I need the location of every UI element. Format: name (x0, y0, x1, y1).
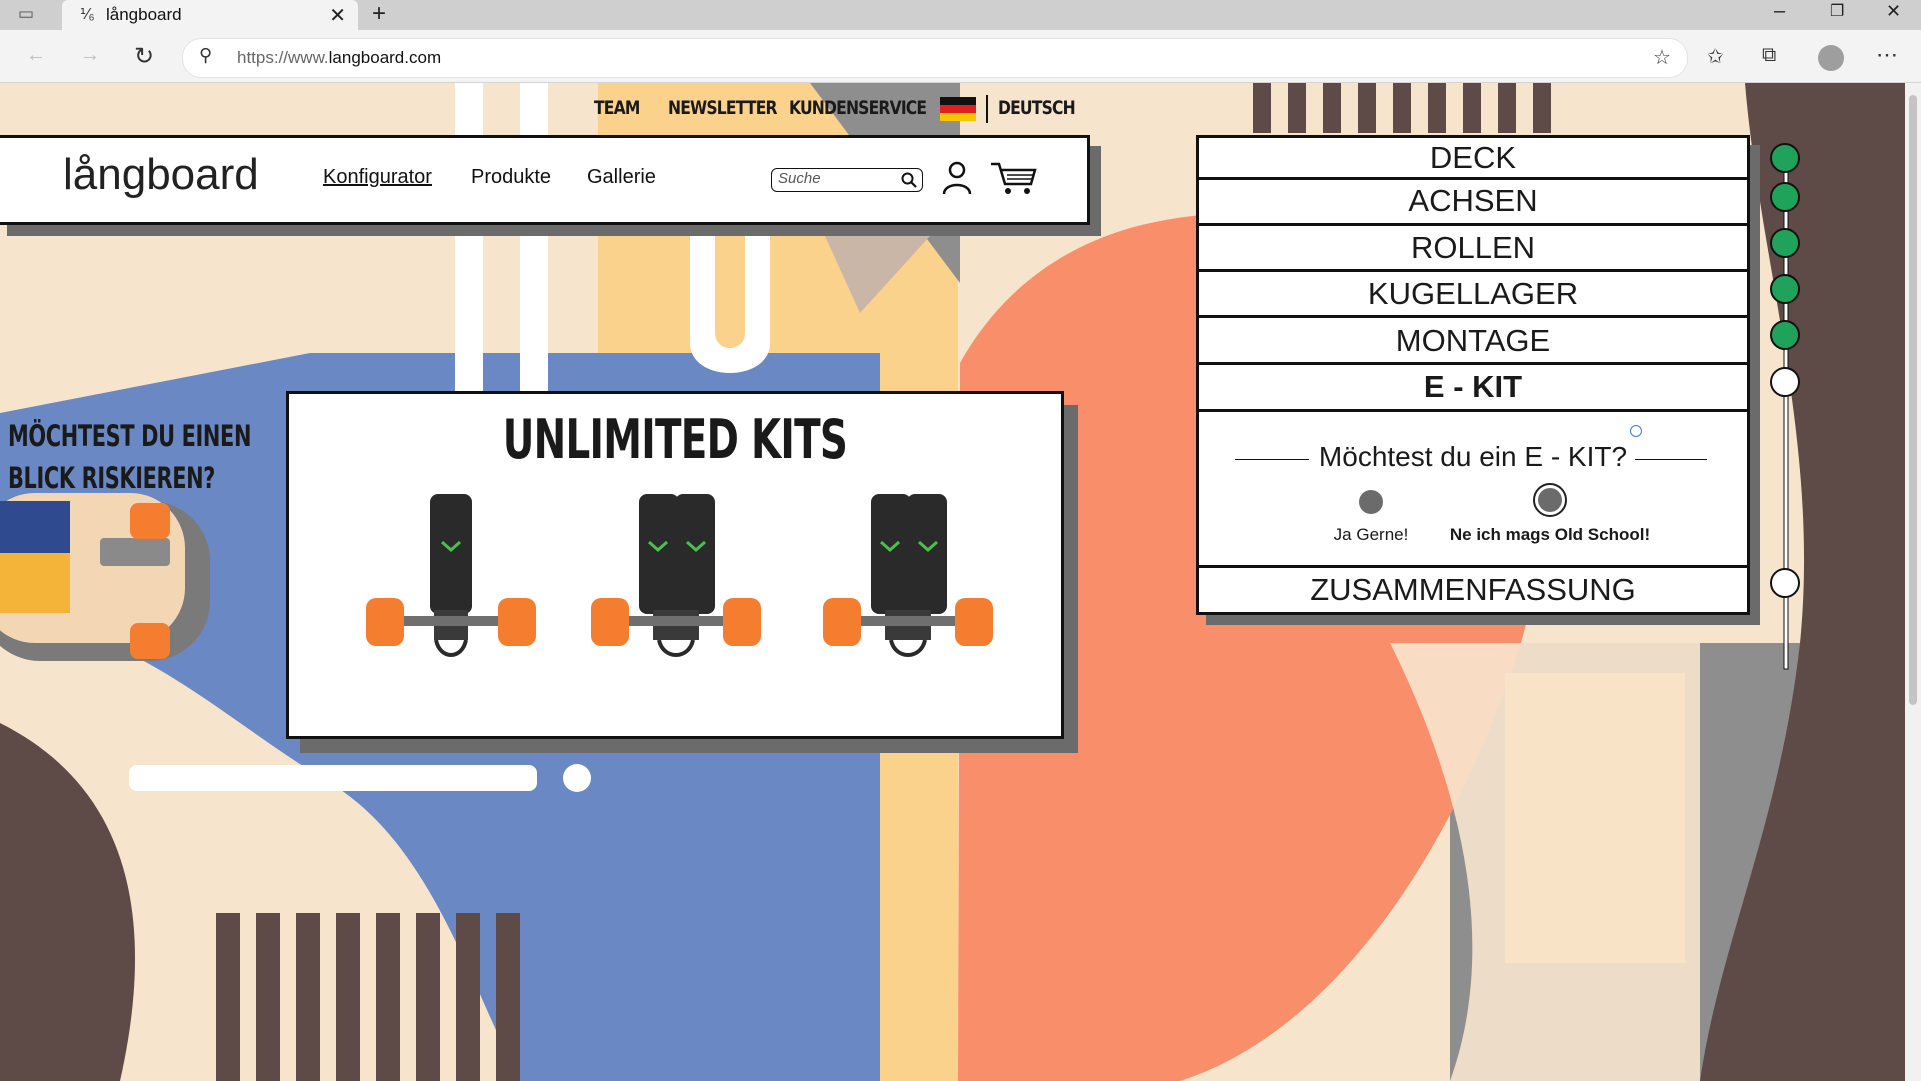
language-select[interactable]: DEUTSCH (998, 97, 1076, 119)
minimize-icon[interactable]: – (1774, 0, 1785, 23)
window-close-icon[interactable]: ✕ (1886, 1, 1901, 22)
step-deck[interactable]: DECK (1199, 138, 1747, 178)
add-favorite-icon[interactable]: ☆ (1653, 45, 1671, 70)
address-bar[interactable]: ⚲ https://www.langboard.com ☆ (182, 38, 1688, 78)
progress-dot-montage[interactable] (1770, 320, 1800, 350)
progress-dot-e-kit[interactable] (1770, 367, 1800, 397)
nav-produkte[interactable]: Produkte (471, 166, 551, 189)
page-scrollbar[interactable] (1905, 83, 1921, 1081)
profile-avatar[interactable] (1818, 45, 1844, 71)
forward-icon[interactable]: → (80, 44, 100, 67)
language-divider (986, 95, 988, 123)
new-tab-icon[interactable]: + (372, 0, 386, 28)
nav-konfigurator[interactable]: Konfigurator (323, 166, 432, 189)
search-icon: ⚲ (199, 45, 213, 65)
url-text: https://www.langboard.com (237, 48, 442, 67)
progress-dot-achsen[interactable] (1770, 182, 1800, 212)
tab-actions-icon[interactable]: ▭ (18, 4, 34, 24)
progress-dot-rollen[interactable] (1770, 228, 1800, 258)
scrollbar-thumb[interactable] (1909, 95, 1917, 705)
cart-icon[interactable] (989, 160, 1039, 196)
step-kugellager[interactable]: KUGELLAGER (1199, 272, 1747, 316)
reload-icon[interactable]: ↻ (134, 42, 154, 71)
nav-team[interactable]: TEAM (594, 97, 640, 119)
progress-dot-kugellager[interactable] (1770, 274, 1800, 304)
account-icon[interactable] (941, 160, 973, 196)
step-rollen[interactable]: ROLLEN (1199, 226, 1747, 270)
info-icon[interactable] (1630, 425, 1642, 437)
nav-gallerie[interactable]: Gallerie (587, 166, 656, 189)
ekit-question-rule-right (1635, 459, 1707, 460)
progress-dot-deck[interactable] (1770, 143, 1800, 173)
tab-strip: ▭ ⅟₆ långboard ✕ + – ❐ ✕ (0, 0, 1921, 30)
nav-newsletter[interactable]: NEWSLETTER (668, 97, 778, 119)
unlimited-kits-card[interactable]: UNLIMITED KITS (286, 391, 1064, 739)
configurator-panel: DECK ACHSEN ROLLEN KUGELLAGER MONTAGE E … (1196, 135, 1750, 615)
favicon-icon: ⅟₆ (80, 6, 95, 23)
nav-kundenservice[interactable]: KUNDENSERVICE (789, 97, 927, 119)
search-placeholder: Suche (778, 170, 821, 187)
kit-single-motor-image[interactable] (362, 490, 542, 690)
option-ja-radio[interactable] (1359, 490, 1383, 514)
favorites-icon[interactable]: ✩ (1707, 44, 1724, 69)
kit-dual-motor-pro-image[interactable] (819, 490, 999, 690)
more-menu-icon[interactable]: ⋯ (1876, 42, 1898, 68)
kits-title: UNLIMITED KITS (502, 408, 848, 471)
option-old-school-radio[interactable] (1533, 483, 1567, 517)
web-page: TEAM NEWSLETTER KUNDENSERVICE DEUTSCH lå… (0, 83, 1905, 1081)
ekit-question: Möchtest du ein E - KIT? (1318, 441, 1628, 472)
german-flag-icon[interactable] (940, 97, 976, 121)
collections-icon[interactable]: ⧉ (1762, 44, 1776, 67)
teaser-text[interactable]: MÖCHTEST DU EINEN BLICK RISKIEREN? (8, 415, 251, 499)
browser-chrome: ▭ ⅟₆ långboard ✕ + – ❐ ✕ ← → ↻ ⚲ https:/… (0, 0, 1921, 83)
option-old-school-label[interactable]: Ne ich mags Old School! (1435, 525, 1665, 545)
search-icon[interactable] (901, 172, 917, 188)
progress-dot-zusammenfassung[interactable] (1770, 568, 1800, 598)
step-montage[interactable]: MONTAGE (1199, 318, 1747, 364)
step-achsen[interactable]: ACHSEN (1199, 180, 1747, 224)
main-header: långboard Konfigurator Produkte Gallerie… (0, 135, 1090, 225)
option-ja-label[interactable]: Ja Gerne! (1309, 525, 1433, 545)
search-input[interactable]: Suche (771, 168, 923, 192)
back-icon[interactable]: ← (26, 44, 46, 67)
tab-title: långboard (106, 5, 182, 24)
step-e-kit[interactable]: E - KIT (1199, 365, 1747, 409)
step-zusammenfassung[interactable]: ZUSAMMENFASSUNG (1199, 568, 1747, 612)
site-logo[interactable]: långboard (63, 150, 259, 200)
kit-dual-motor-image[interactable] (587, 490, 767, 690)
restore-icon[interactable]: ❐ (1830, 1, 1844, 21)
close-tab-icon[interactable]: ✕ (329, 3, 346, 28)
browser-tab[interactable]: ⅟₆ långboard ✕ (62, 0, 358, 30)
